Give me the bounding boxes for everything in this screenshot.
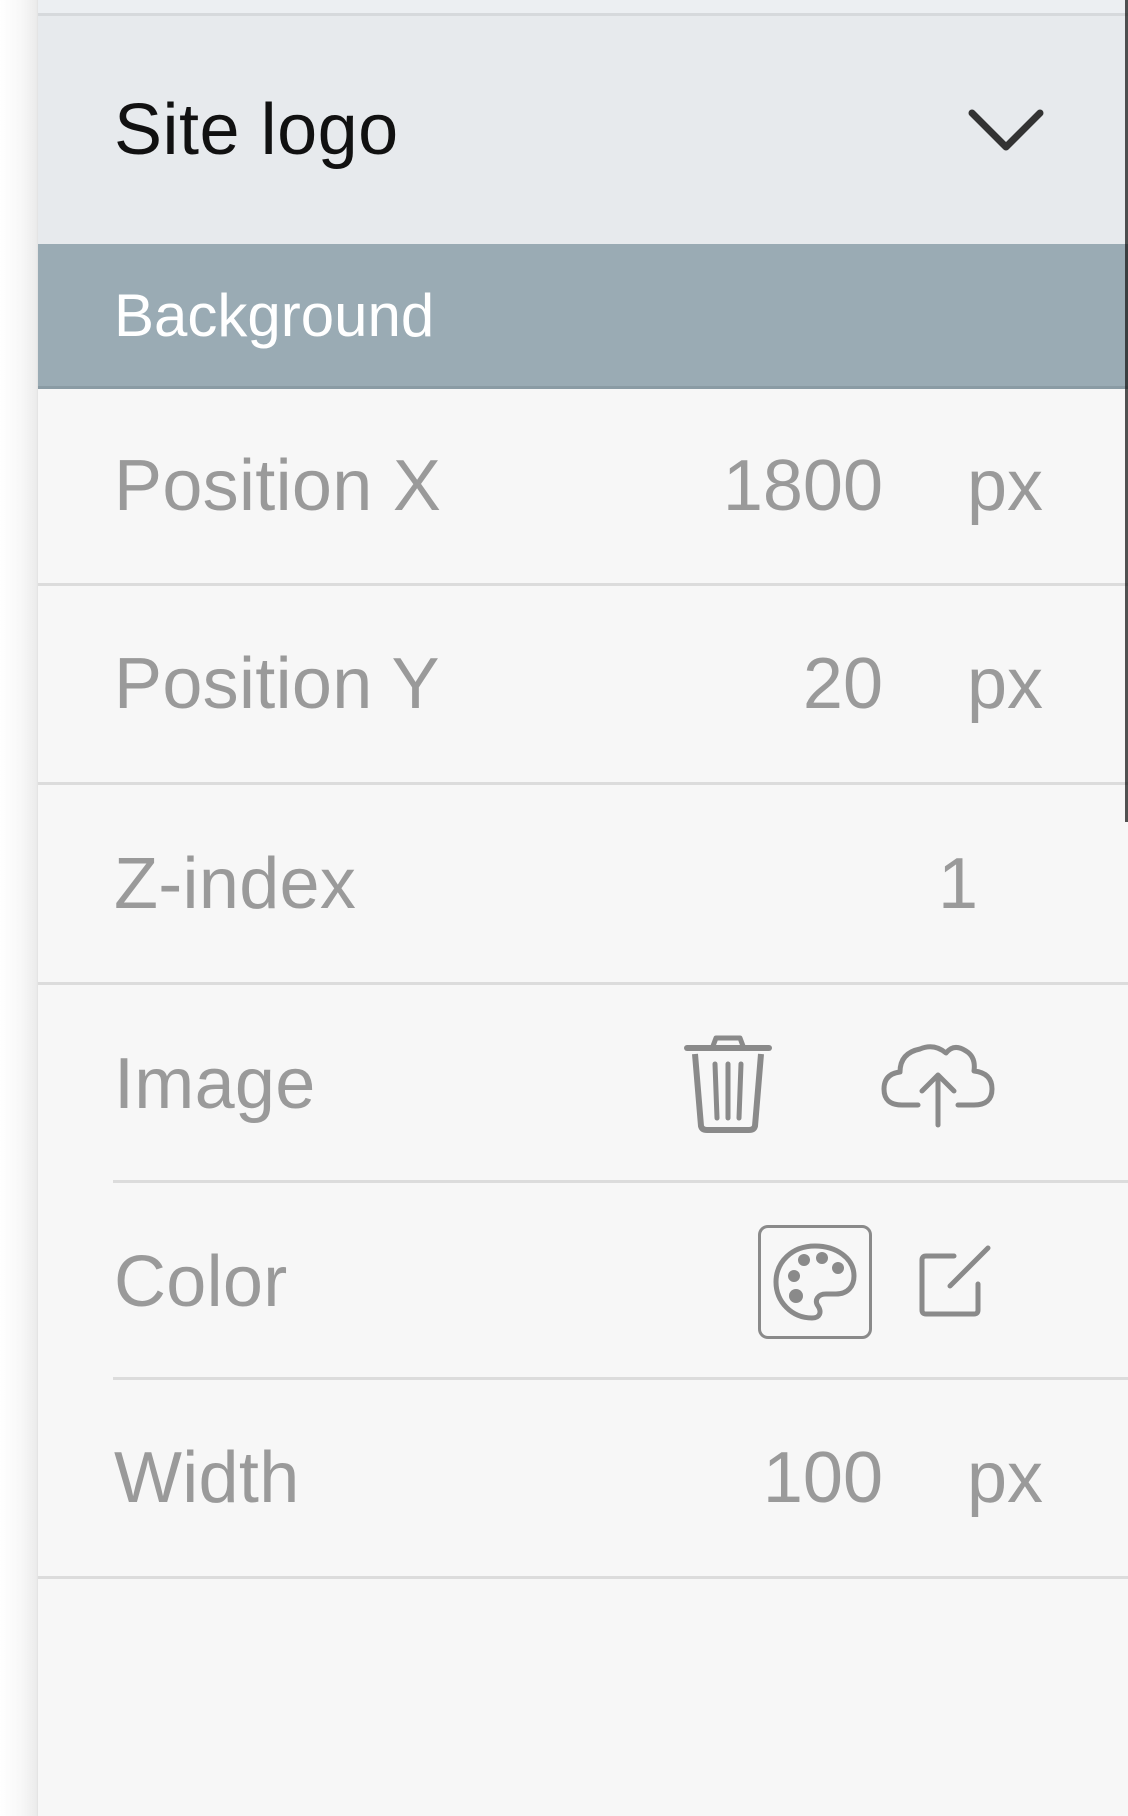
site-logo-header[interactable]: Site logo bbox=[38, 16, 1128, 244]
position-x-unit: px bbox=[966, 446, 1043, 526]
properties-panel: Site logo Background Position X 1800 px … bbox=[38, 0, 1128, 1816]
position-x-row: Position X 1800 px bbox=[38, 389, 1128, 586]
width-unit: px bbox=[966, 1438, 1043, 1518]
image-row: Image bbox=[38, 985, 1128, 1183]
position-y-row: Position Y 20 px bbox=[38, 586, 1128, 785]
width-input[interactable]: 100 bbox=[583, 1437, 883, 1519]
header-title: Site logo bbox=[114, 90, 399, 170]
next-row-partial bbox=[38, 1579, 1128, 1779]
color-row: Color bbox=[38, 1183, 1128, 1380]
background-section-header: Background bbox=[38, 244, 1128, 389]
image-label: Image bbox=[114, 1044, 316, 1124]
position-x-input[interactable]: 1800 bbox=[583, 445, 883, 527]
trash-icon[interactable] bbox=[678, 1029, 778, 1139]
width-label: Width bbox=[114, 1438, 300, 1518]
palette-icon[interactable] bbox=[758, 1224, 872, 1339]
width-row: Width 100 px bbox=[38, 1380, 1128, 1579]
position-x-label: Position X bbox=[114, 446, 442, 526]
cloud-upload-icon[interactable] bbox=[878, 1034, 998, 1134]
edit-icon[interactable] bbox=[914, 1242, 994, 1322]
color-label: Color bbox=[114, 1241, 288, 1322]
position-y-input[interactable]: 20 bbox=[583, 643, 883, 725]
z-index-row: Z-index 1 bbox=[38, 785, 1128, 985]
position-y-unit: px bbox=[966, 644, 1043, 724]
z-index-input[interactable]: 1 bbox=[938, 843, 978, 925]
chevron-down-icon[interactable] bbox=[966, 105, 1046, 155]
top-strip bbox=[38, 0, 1128, 16]
position-y-label: Position Y bbox=[114, 644, 440, 724]
left-gutter bbox=[0, 0, 38, 1816]
z-index-label: Z-index bbox=[114, 843, 357, 924]
section-title: Background bbox=[114, 281, 435, 349]
